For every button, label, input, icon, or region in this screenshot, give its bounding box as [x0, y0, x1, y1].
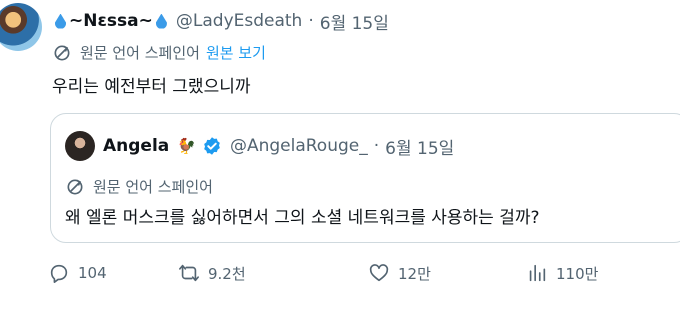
reply-icon	[50, 264, 68, 283]
chick-emoji-icon: 🐓	[177, 137, 196, 155]
water-drop-icon	[55, 13, 66, 29]
verified-badge-icon	[204, 137, 220, 155]
action-bar: 104 9.2천 12만 110만	[48, 262, 668, 286]
separator-dot: ·	[373, 136, 380, 156]
quoted-tweet-header: Angela 🐓 @AngelaRouge_ · 6월 15일	[65, 131, 454, 161]
repost-icon	[179, 264, 199, 282]
author-avatar[interactable]	[0, 3, 42, 51]
quoted-tweet-date: 6월 15일	[385, 138, 455, 159]
like-button[interactable]: 12만	[368, 262, 431, 284]
quoted-author-handle: @AngelaRouge_	[229, 136, 368, 156]
quoted-tweet[interactable]: Angela 🐓 @AngelaRouge_ · 6월 15일 원문 언어 스페…	[50, 113, 680, 243]
quoted-translate-note: 원문 언어 스페인어	[93, 178, 213, 196]
show-original-link[interactable]: 원본 보기	[206, 42, 266, 63]
translate-icon	[67, 179, 83, 194]
repost-count: 9.2천	[208, 264, 246, 283]
repost-button[interactable]: 9.2천	[178, 262, 246, 284]
reply-button[interactable]: 104	[48, 262, 107, 284]
tweet-text: 우리는 예전부터 그랬으니까	[52, 77, 251, 97]
separator-dot: ·	[308, 11, 314, 31]
views-icon	[529, 264, 546, 282]
views-button[interactable]: 110만	[526, 262, 598, 284]
like-icon	[369, 264, 389, 282]
translation-info: 원문 언어 스페인어 원본 보기	[52, 42, 266, 63]
reply-count: 104	[78, 264, 107, 282]
translate-note: 원문 언어 스페인어	[80, 44, 200, 62]
author-display-name[interactable]: ~Nεssa~	[69, 11, 153, 31]
views-count: 110만	[556, 264, 599, 283]
like-count: 12만	[398, 264, 431, 283]
translate-icon	[54, 45, 70, 60]
quoted-tweet-text: 왜 엘론 머스크를 싫어하면서 그의 소셜 네트워크를 사용하는 걸까?	[65, 208, 540, 228]
author-handle[interactable]: @LadyEsdeath	[176, 11, 302, 31]
quoted-translation-info: 원문 언어 스페인어	[65, 176, 213, 197]
quoted-author-display-name: Angela	[103, 136, 170, 156]
water-drop-icon	[155, 13, 167, 29]
tweet-date[interactable]: 6월 15일	[320, 9, 389, 34]
tweet-header: ~Nεssa~ @LadyEsdeath · 6월 15일	[52, 8, 389, 34]
quoted-author-avatar	[65, 131, 95, 161]
